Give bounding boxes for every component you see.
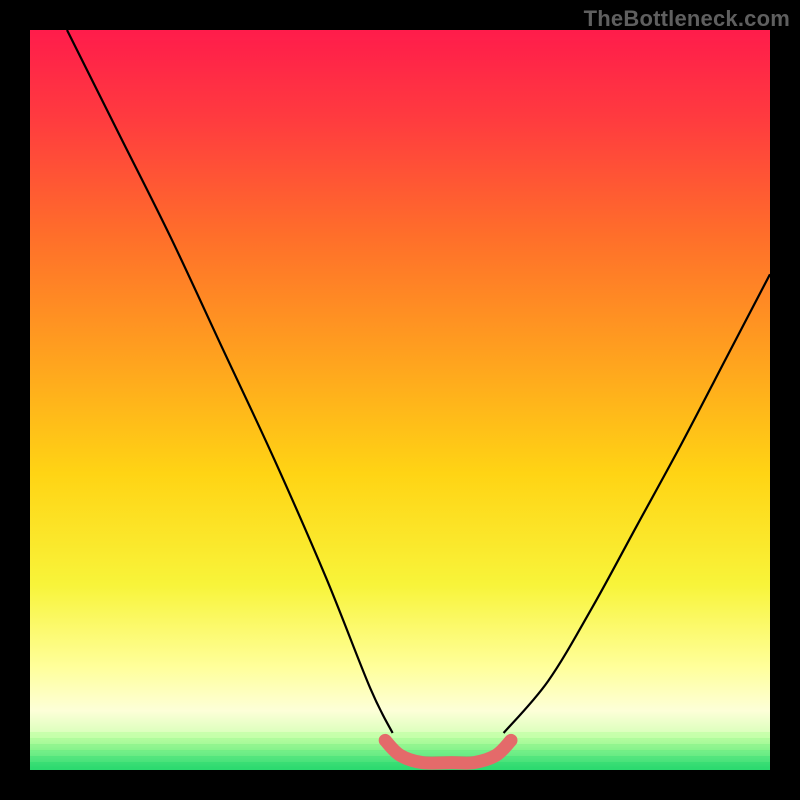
plot-area <box>30 30 770 770</box>
chart-frame: TheBottleneck.com <box>0 0 800 800</box>
attribution-label: TheBottleneck.com <box>584 6 790 32</box>
bottleneck-chart <box>30 30 770 770</box>
gradient-background <box>30 30 770 770</box>
